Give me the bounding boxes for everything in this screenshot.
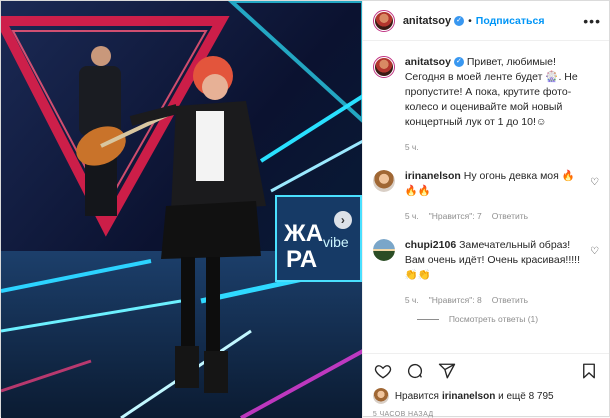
posted-time[interactable]: 5 ЧАСОВ НАЗАД: [363, 405, 609, 418]
post-media[interactable]: ЖА РА vibe ›: [1, 1, 362, 418]
likes-count[interactable]: и ещё 8 795: [495, 391, 554, 402]
view-replies-label: Посмотреть ответы (1): [448, 314, 539, 324]
comment-likes[interactable]: "Нравится": 7: [429, 209, 482, 224]
post-sidebar: anitatsoy ✓ • Подписаться ••• anitatsoy ✓…: [361, 1, 609, 418]
likes-user[interactable]: irinanelson: [442, 391, 495, 402]
next-arrow-icon[interactable]: ›: [333, 211, 352, 229]
heart-icon[interactable]: [373, 361, 393, 381]
heart-icon[interactable]: ♡: [590, 246, 599, 308]
likes-prefix: Нравится: [394, 390, 439, 402]
heart-icon[interactable]: ♡: [590, 177, 599, 224]
comment-icon[interactable]: [405, 361, 425, 381]
avatar[interactable]: [372, 56, 395, 78]
avatar[interactable]: [372, 239, 395, 261]
header-username[interactable]: anitatsoy: [403, 15, 451, 27]
caption: anitatsoy ✓ Привет, любимые! Сегодня в мо…: [372, 55, 599, 155]
stage-text-zha: ЖА: [283, 220, 323, 247]
caption-time[interactable]: 5 ч.: [405, 140, 419, 155]
separator-dot: •: [468, 14, 472, 27]
comment-username[interactable]: irinanelson: [405, 170, 461, 182]
stage-text-ra: РА: [286, 246, 317, 273]
reply-button[interactable]: Ответить: [492, 209, 528, 224]
likes-row: Нравится irinanelson и ещё 8 795: [363, 387, 609, 405]
divider: [416, 318, 439, 320]
comments-list: anitatsoy ✓ Привет, любимые! Сегодня в мо…: [363, 41, 609, 353]
post-header: anitatsoy ✓ • Подписаться •••: [362, 1, 609, 41]
comment-likes[interactable]: "Нравится": 8: [429, 293, 482, 308]
follow-button[interactable]: Подписаться: [476, 15, 545, 27]
reply-button[interactable]: Ответить: [492, 293, 528, 308]
instagram-post: ЖА РА vibe › anitatsoy ✓ • Подписаться •…: [0, 0, 610, 418]
share-icon[interactable]: [437, 361, 457, 381]
comment: chupi2106 Замечательный образ! Вам очень…: [372, 238, 599, 308]
comment: irinanelson Ну огонь девка моя 🔥🔥🔥 5 ч. …: [372, 169, 599, 224]
caption-username[interactable]: anitatsoy: [405, 56, 451, 68]
stage-photo: ЖА РА vibe: [1, 1, 362, 418]
more-icon[interactable]: •••: [583, 13, 601, 29]
comment-time[interactable]: 5 ч.: [405, 209, 419, 224]
comment-username[interactable]: chupi2106: [405, 239, 456, 251]
action-bar: [362, 353, 609, 387]
avatar[interactable]: [372, 9, 395, 32]
avatar[interactable]: [372, 388, 389, 404]
view-replies-button[interactable]: Посмотреть ответы (1): [416, 314, 599, 324]
bookmark-icon[interactable]: [579, 361, 599, 381]
comment-time[interactable]: 5 ч.: [405, 293, 419, 308]
stage-text-vibe: vibe: [323, 234, 349, 250]
verified-icon: ✓: [453, 57, 464, 68]
verified-icon: ✓: [454, 15, 465, 26]
avatar[interactable]: [372, 170, 395, 192]
